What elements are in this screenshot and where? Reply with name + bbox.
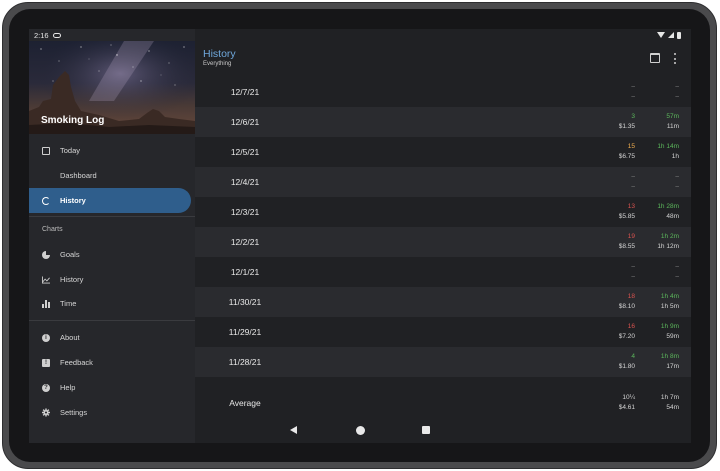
history-screen: History Everything 12/7/21 – – – – 12/6/21… bbox=[195, 29, 691, 443]
app-title: Smoking Log bbox=[41, 115, 105, 126]
nav-item-history[interactable]: History bbox=[29, 188, 191, 213]
recents-icon[interactable] bbox=[422, 426, 430, 434]
nav-item-label: Goals bbox=[60, 250, 80, 259]
line-chart-icon bbox=[42, 275, 50, 284]
navigation-drawer: Smoking Log Today Dashboard History Char… bbox=[29, 29, 195, 443]
nav-item-help[interactable]: ? Help bbox=[29, 375, 191, 400]
gear-icon bbox=[42, 408, 50, 417]
nav-item-label: About bbox=[60, 333, 80, 342]
row-interval: 1h 14m bbox=[657, 143, 679, 150]
row-date: 11/28/21 bbox=[228, 357, 262, 367]
row-interval-secondary: 59m bbox=[666, 333, 679, 340]
row-interval: 1h 2m bbox=[660, 233, 679, 240]
row-interval: – bbox=[675, 83, 679, 90]
average-interval-secondary: 54m bbox=[666, 404, 679, 411]
table-row[interactable]: 12/6/21 3 $1.35 57m 11m bbox=[195, 107, 691, 137]
divider bbox=[29, 216, 195, 217]
cloud-icon bbox=[52, 32, 61, 38]
battery-icon bbox=[677, 31, 681, 39]
home-icon[interactable] bbox=[356, 426, 365, 435]
row-interval: 1h 28m bbox=[657, 203, 679, 210]
page-title: History bbox=[203, 48, 236, 60]
row-date: 12/4/21 bbox=[230, 177, 260, 187]
feedback-icon: ! bbox=[42, 358, 50, 367]
row-interval-secondary: 11m bbox=[666, 123, 679, 130]
row-interval: 1h 8m bbox=[660, 353, 679, 360]
status-bar: 2:16 bbox=[29, 29, 691, 41]
info-icon: i bbox=[42, 333, 50, 342]
nav-item-goals[interactable]: Goals bbox=[29, 242, 191, 267]
page-subtitle: Everything bbox=[203, 61, 232, 67]
row-interval-secondary: – bbox=[675, 273, 679, 280]
nav-item-chart-history[interactable]: History bbox=[29, 267, 191, 292]
app-bar: History Everything bbox=[195, 41, 691, 77]
signal-icon bbox=[668, 32, 674, 38]
dashboard-icon bbox=[42, 172, 50, 180]
table-row[interactable]: 11/28/21 4 $1.80 1h 8m 17m bbox=[195, 347, 691, 377]
row-date: 12/2/21 bbox=[230, 237, 260, 247]
system-navigation-bar bbox=[195, 419, 691, 443]
row-date: 11/29/21 bbox=[228, 327, 262, 337]
nav-item-feedback[interactable]: ! Feedback bbox=[29, 350, 191, 375]
row-date: 12/3/21 bbox=[230, 207, 260, 217]
row-interval-secondary: – bbox=[675, 183, 679, 190]
nav-item-label: Today bbox=[60, 146, 81, 155]
nav-item-label: Feedback bbox=[60, 358, 93, 367]
table-row[interactable]: 11/30/21 18 $8.10 1h 4m 1h 5m bbox=[195, 287, 691, 317]
nav-item-about[interactable]: i About bbox=[29, 325, 191, 350]
table-row[interactable]: 12/5/21 15 $6.75 1h 14m 1h bbox=[195, 137, 691, 167]
average-interval: 1h 7m bbox=[660, 394, 679, 401]
row-interval: – bbox=[675, 263, 679, 270]
average-label: Average bbox=[229, 398, 261, 408]
row-date: 12/5/21 bbox=[230, 147, 260, 157]
status-time: 2:16 bbox=[34, 30, 49, 40]
more-options-icon[interactable] bbox=[673, 53, 676, 64]
row-interval: – bbox=[675, 173, 679, 180]
row-interval-secondary: 17m bbox=[666, 363, 679, 370]
nav-item-label: Help bbox=[60, 383, 76, 392]
row-date: 11/30/21 bbox=[228, 297, 262, 307]
back-icon[interactable] bbox=[290, 426, 297, 434]
help-icon: ? bbox=[42, 383, 50, 392]
section-label-charts: Charts bbox=[42, 226, 63, 233]
table-row[interactable]: 12/1/21 – – – – bbox=[195, 257, 691, 287]
row-date: 12/6/21 bbox=[230, 117, 260, 127]
nav-item-label: History bbox=[60, 275, 84, 284]
nav-item-label: Dashboard bbox=[60, 171, 97, 180]
row-interval-secondary: 48m bbox=[666, 213, 679, 220]
calendar-icon[interactable] bbox=[650, 53, 660, 63]
row-date: 12/1/21 bbox=[230, 267, 260, 277]
history-icon bbox=[42, 196, 50, 205]
pie-chart-icon bbox=[42, 250, 50, 259]
row-interval-secondary: 1h bbox=[671, 153, 679, 160]
row-interval: 57m bbox=[666, 113, 679, 120]
average-row: Average 10¼ $4.61 1h 7m 54m bbox=[195, 387, 691, 419]
nav-item-settings[interactable]: Settings bbox=[29, 400, 191, 425]
nav-item-label: History bbox=[60, 196, 86, 205]
nav-item-time[interactable]: Time bbox=[29, 291, 191, 316]
calendar-icon bbox=[42, 146, 50, 155]
nav-item-label: Time bbox=[60, 299, 77, 308]
row-interval-secondary: 1h 5m bbox=[660, 303, 679, 310]
table-row[interactable]: 12/7/21 – – – – bbox=[195, 77, 691, 107]
row-interval: 1h 4m bbox=[660, 293, 679, 300]
row-interval-secondary: 1h 12m bbox=[657, 243, 679, 250]
nav-item-today[interactable]: Today bbox=[29, 138, 191, 163]
table-row[interactable]: 12/3/21 13 $5.85 1h 28m 48m bbox=[195, 197, 691, 227]
wifi-icon bbox=[657, 32, 665, 38]
table-row[interactable]: 11/29/21 16 $7.20 1h 9m 59m bbox=[195, 317, 691, 347]
nav-item-label: Settings bbox=[60, 408, 88, 417]
bar-chart-icon bbox=[42, 299, 50, 308]
row-date: 12/7/21 bbox=[230, 87, 260, 97]
table-row[interactable]: 12/2/21 19 $8.55 1h 2m 1h 12m bbox=[195, 227, 691, 257]
table-row[interactable]: 12/4/21 – – – – bbox=[195, 167, 691, 197]
row-interval-secondary: – bbox=[675, 93, 679, 100]
drawer-header-image: Smoking Log bbox=[29, 41, 195, 134]
divider bbox=[29, 320, 195, 321]
screen: 2:16 Smoking Log Today Dashboard History… bbox=[29, 29, 691, 443]
row-interval: 1h 9m bbox=[660, 323, 679, 330]
nav-item-dashboard[interactable]: Dashboard bbox=[29, 163, 191, 188]
